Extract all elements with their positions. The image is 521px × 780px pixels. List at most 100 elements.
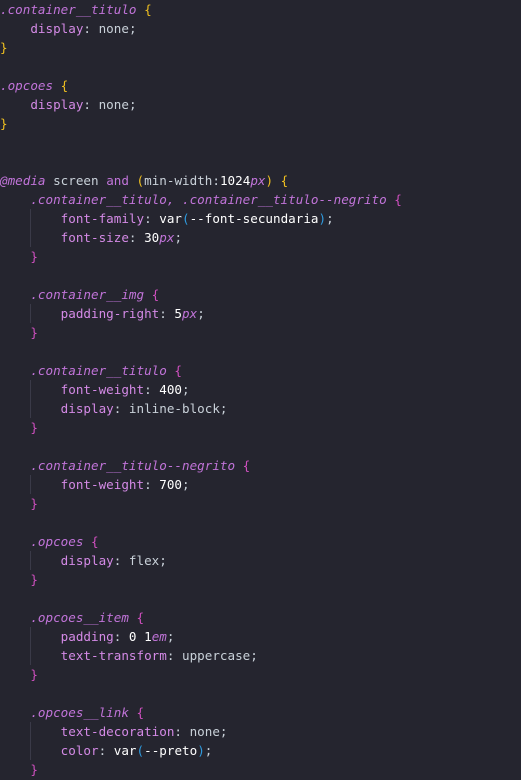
css-property: display — [30, 97, 84, 112]
code-line: text-transform: uppercase; — [60, 648, 258, 663]
code-line: .container__titulo { — [0, 361, 182, 380]
code-line: font-family: var(--font-secundaria); — [60, 211, 334, 226]
open-brace: { — [144, 2, 152, 17]
css-function: var — [113, 743, 137, 758]
code-line: .opcoes { — [0, 76, 68, 95]
open-brace: { — [394, 192, 402, 207]
css-number: 1 — [144, 629, 152, 644]
code-line: } — [0, 114, 8, 133]
code-line: .opcoes__item { — [0, 608, 144, 627]
indent-guide — [30, 209, 31, 247]
code-line: } — [0, 418, 38, 437]
code-line: font-size: 30px; — [60, 230, 183, 245]
open-brace: { — [136, 610, 145, 625]
css-function: var — [159, 211, 182, 226]
code-line: display: flex; — [60, 553, 167, 568]
code-line: display: none; — [30, 21, 137, 36]
css-unit: px — [159, 230, 175, 245]
css-value: flex — [128, 553, 160, 568]
code-line: } — [0, 494, 38, 513]
code-line: .opcoes__link { — [0, 703, 144, 722]
code-line: font-weight: 700; — [60, 477, 190, 492]
indent-guide — [30, 551, 31, 570]
css-number: 700 — [159, 477, 182, 492]
close-brace: } — [30, 420, 38, 435]
css-property: font-weight — [60, 382, 145, 397]
close-brace: } — [30, 762, 38, 777]
close-brace: } — [30, 572, 38, 587]
css-selector: .container__img — [30, 287, 145, 302]
media-feature-unit: px — [250, 173, 266, 188]
css-property: text-transform — [60, 648, 167, 663]
css-unit: px — [182, 306, 198, 321]
media-and: and — [106, 173, 129, 188]
code-line: } — [0, 665, 38, 684]
code-line: } — [0, 323, 38, 342]
code-line: display: none; — [30, 97, 137, 112]
code-line: } — [0, 760, 38, 779]
css-value: none — [189, 724, 220, 739]
code-line: padding: 0 1em; — [60, 629, 175, 644]
css-selector: .container__titulo--negrito — [30, 458, 236, 473]
css-selector: .opcoes__link — [30, 705, 129, 720]
css-selector: .container__titulo — [0, 2, 137, 17]
close-brace: } — [0, 116, 8, 131]
css-property: padding — [60, 629, 114, 644]
media-type: screen — [53, 173, 99, 188]
close-brace: } — [30, 325, 38, 340]
open-brace: { — [151, 287, 160, 302]
open-brace: { — [174, 363, 183, 378]
css-property: display — [60, 553, 114, 568]
css-variable: --preto — [144, 743, 198, 758]
indent-guide — [30, 722, 31, 760]
css-property: font-size — [60, 230, 129, 245]
css-property: font-weight — [60, 477, 145, 492]
css-property: color — [60, 743, 99, 758]
css-selector: .opcoes__item — [30, 610, 129, 625]
code-line: .container__img { — [0, 285, 159, 304]
code-line: .container__titulo--negrito { — [0, 456, 250, 475]
css-number: 30 — [144, 230, 160, 245]
close-brace: } — [30, 249, 38, 264]
indent-guide — [30, 304, 31, 323]
open-brace: { — [280, 173, 289, 188]
css-selector: .opcoes — [0, 78, 54, 93]
code-line: .container__titulo, .container__titulo--… — [0, 190, 402, 209]
css-value: none — [98, 21, 129, 36]
indent-guide — [30, 475, 31, 494]
css-value: inline-block — [128, 401, 220, 416]
indent-guide — [30, 380, 31, 418]
css-number: 5 — [174, 306, 183, 321]
at-rule: @media — [0, 173, 46, 188]
media-feature: min-width — [144, 173, 213, 188]
css-property: display — [30, 21, 84, 36]
css-unit: em — [151, 629, 167, 644]
code-line: .opcoes { — [0, 532, 99, 551]
media-feature-number: 1024 — [219, 173, 251, 188]
css-property: text-decoration — [60, 724, 175, 739]
css-number: 400 — [159, 382, 182, 397]
code-line: @media screen and (min-width:1024px) { — [0, 173, 289, 188]
css-property: padding-right — [60, 306, 160, 321]
open-brace: { — [91, 534, 99, 549]
code-editor[interactable]: .container__titulo { display: none; } .o… — [0, 0, 521, 780]
code-line: } — [0, 38, 8, 57]
code-line: } — [0, 570, 38, 589]
code-line: text-decoration: none; — [60, 724, 228, 739]
css-selector: .container__titulo — [30, 363, 167, 378]
css-selector: .opcoes — [30, 534, 84, 549]
code-line: display: inline-block; — [60, 401, 228, 416]
code-line: } — [0, 247, 38, 266]
css-value: uppercase — [182, 648, 251, 663]
indent-guide — [30, 627, 31, 665]
close-brace: } — [30, 496, 38, 511]
css-property: font-family — [60, 211, 145, 226]
code-line: color: var(--preto); — [60, 743, 213, 758]
css-selector: .container__titulo, .container__titulo--… — [30, 192, 387, 207]
css-number: 0 — [128, 629, 137, 644]
code-line: .container__titulo { — [0, 0, 152, 19]
css-value: none — [98, 97, 129, 112]
open-brace: { — [242, 458, 251, 473]
close-brace: } — [0, 40, 8, 55]
open-brace: { — [60, 78, 69, 93]
